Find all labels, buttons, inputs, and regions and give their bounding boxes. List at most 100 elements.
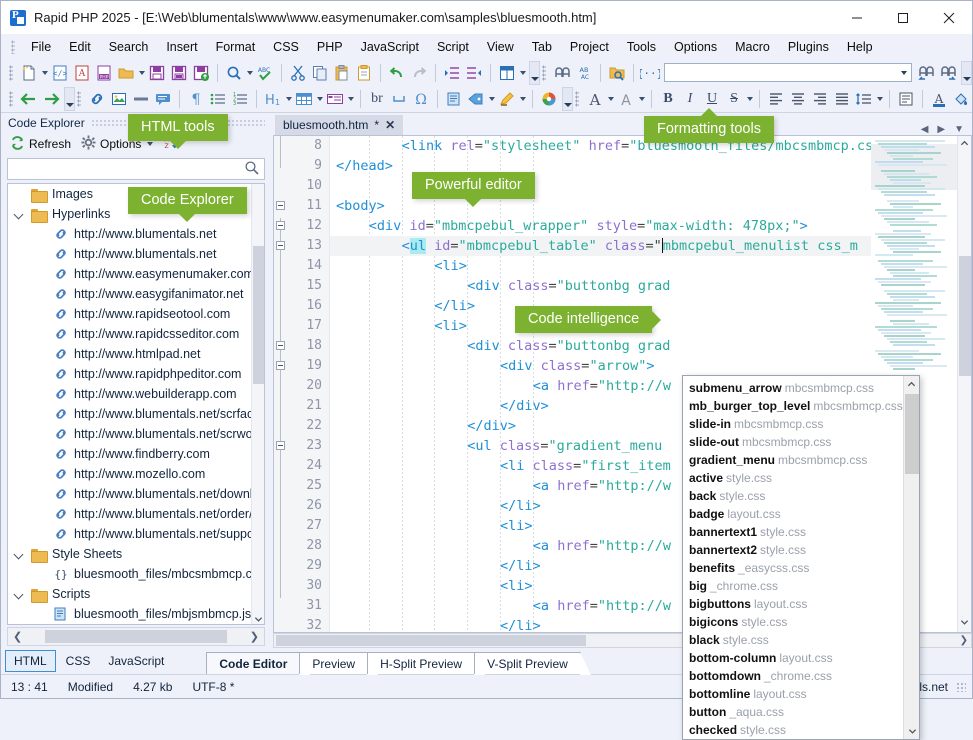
strikethrough-dropdown[interactable] [745, 88, 754, 110]
link-icon[interactable] [86, 88, 108, 110]
block-icon[interactable] [895, 88, 917, 110]
open-dropdown[interactable] [137, 62, 146, 84]
tree-item[interactable]: http://www.blumentals.net/suppor [8, 524, 251, 544]
code-explorer-tree[interactable]: Images Hyperlinks http://www.blumentals.ne… [7, 183, 265, 625]
tree-item[interactable]: http://www.blumentals.net/scrfacto [8, 404, 251, 424]
highlighter-dropdown[interactable] [518, 88, 527, 110]
panel-layout-icon[interactable] [496, 62, 518, 84]
menu-edit[interactable]: Edit [60, 38, 100, 56]
autocomplete-item[interactable]: checked style.css [689, 721, 903, 739]
autocomplete-item[interactable]: slide-in mbcsmbmcp.css [689, 415, 903, 433]
braces-icon[interactable]: {··} [639, 62, 661, 84]
menu-view[interactable]: View [478, 38, 523, 56]
underline-icon[interactable]: U [701, 88, 723, 110]
tree-vertical-scrollbar[interactable] [251, 184, 264, 624]
autocomplete-list[interactable]: submenu_arrow mbcsmbmcp.css mb_burger_top_… [683, 376, 903, 739]
tree-item[interactable]: Scripts [8, 584, 251, 604]
menu-tools[interactable]: Tools [618, 38, 665, 56]
find-next-icon[interactable] [937, 62, 959, 84]
font-icon[interactable]: A [584, 88, 606, 110]
tree-scroll-thumb[interactable] [253, 246, 264, 384]
autocomplete-item[interactable]: back style.css [689, 487, 903, 505]
code-line[interactable]: 12 <div id="mbmcpebul_wrapper" style="max… [274, 216, 871, 236]
close-button[interactable] [926, 1, 972, 34]
code-line[interactable]: 11 <body> [274, 196, 871, 216]
chevron-up-icon[interactable] [904, 376, 919, 392]
tree-item[interactable]: http://www.rapidseotool.com [8, 304, 251, 324]
script-icon[interactable] [443, 88, 465, 110]
autocomplete-item[interactable]: bottom-column layout.css [689, 649, 903, 667]
tab-code-editor[interactable]: Code Editor [206, 652, 311, 675]
clipboard-icon[interactable] [353, 62, 375, 84]
options-dropdown-icon[interactable] [147, 142, 154, 146]
strikethrough-icon[interactable]: S [723, 88, 745, 110]
forward-arrow-icon[interactable] [40, 88, 62, 110]
chevron-right-icon[interactable]: ▶ [937, 124, 945, 135]
tree-item[interactable]: http://www.rapidphpeditor.com [8, 364, 251, 384]
editor-scroll-thumb[interactable] [959, 256, 971, 376]
tree-item[interactable]: {} bluesmooth_files/mbcsmbmcp.css [8, 564, 251, 584]
menu-help[interactable]: Help [838, 38, 882, 56]
redo-icon[interactable] [408, 62, 430, 84]
chevron-down-icon[interactable] [904, 723, 919, 739]
code-line[interactable]: 9 </head> [274, 156, 871, 176]
search-icon[interactable] [244, 160, 260, 179]
autocomplete-item[interactable]: gradient_menu mbcsmbmcp.css [689, 451, 903, 469]
ordered-list-icon[interactable]: 123 [229, 88, 251, 110]
menu-css[interactable]: CSS [264, 38, 308, 56]
chevron-left-icon[interactable]: ◀ [921, 124, 929, 135]
find-in-files-icon[interactable] [551, 62, 573, 84]
new-html-icon[interactable]: </> [49, 62, 71, 84]
resize-grip[interactable] [956, 681, 966, 692]
heading-icon[interactable]: H1 [262, 88, 284, 110]
autocomplete-item[interactable]: bannertext2 style.css [689, 541, 903, 559]
scroll-right-icon[interactable]: ❯ [960, 635, 968, 646]
open-project-icon[interactable] [606, 62, 628, 84]
line-height-icon[interactable] [853, 88, 875, 110]
editor-vertical-scrollbar[interactable] [957, 136, 971, 632]
cut-icon[interactable] [287, 62, 309, 84]
save-as-icon[interactable] [168, 62, 190, 84]
highlighter-icon[interactable] [496, 88, 518, 110]
code-line[interactable]: 14 <li> [274, 256, 871, 276]
lang-tab-javascript[interactable]: JavaScript [100, 651, 172, 671]
tree-item[interactable]: http://www.easymenumaker.com [8, 264, 251, 284]
heading-dropdown[interactable] [284, 88, 293, 110]
new-php-icon[interactable]: PHP [93, 62, 115, 84]
panel-layout-dropdown[interactable] [518, 62, 527, 84]
refresh-button[interactable]: Refresh [7, 134, 74, 154]
autocomplete-item[interactable]: button _aqua.css [689, 703, 903, 721]
spellcheck-ab-icon[interactable]: AB AC [573, 62, 595, 84]
hr-icon[interactable] [130, 88, 152, 110]
code-line[interactable]: 19 <div class="arrow"> [274, 356, 871, 376]
code-line[interactable]: 13 <ul id="mbmcpebul_table" class="mbmcpe… [274, 236, 871, 256]
autocomplete-item[interactable]: bigicons style.css [689, 613, 903, 631]
nbsp-icon[interactable] [388, 88, 410, 110]
maximize-button[interactable] [880, 1, 926, 34]
toolbar-grip[interactable] [9, 64, 13, 81]
menu-php[interactable]: PHP [308, 38, 352, 56]
autocomplete-item[interactable]: slide-out mbcsmbmcp.css [689, 433, 903, 451]
scroll-right-icon[interactable]: ❯ [247, 630, 262, 643]
tab-v-split-preview[interactable]: V-Split Preview [474, 652, 591, 675]
table-icon[interactable] [293, 88, 315, 110]
tree-item[interactable]: http://www.easygifanimator.net [8, 284, 251, 304]
fill-color-icon[interactable] [950, 88, 972, 110]
table-dropdown[interactable] [315, 88, 324, 110]
menu-javascript[interactable]: JavaScript [352, 38, 428, 56]
copy-icon[interactable] [309, 62, 331, 84]
tree-hscroll-thumb[interactable] [45, 630, 227, 643]
chevron-down-icon[interactable] [12, 210, 26, 219]
code-line[interactable]: 10 [274, 176, 871, 196]
document-tab-bluesmooth[interactable]: bluesmooth.htm * ✕ [275, 115, 404, 135]
toolbar-search-combo[interactable] [664, 63, 912, 82]
form-dropdown[interactable] [346, 88, 355, 110]
chevron-down-icon[interactable]: ▼ [954, 124, 964, 135]
autocomplete-item[interactable]: submenu_arrow mbcsmbmcp.css [689, 379, 903, 397]
autocomplete-scroll-thumb[interactable] [905, 394, 919, 474]
menu-options[interactable]: Options [665, 38, 726, 56]
autocomplete-item[interactable]: black style.css [689, 631, 903, 649]
autocomplete-item[interactable]: benefits _easycss.css [689, 559, 903, 577]
tree-item[interactable]: http://www.mozello.com [8, 464, 251, 484]
autocomplete-item[interactable]: bigbuttons layout.css [689, 595, 903, 613]
